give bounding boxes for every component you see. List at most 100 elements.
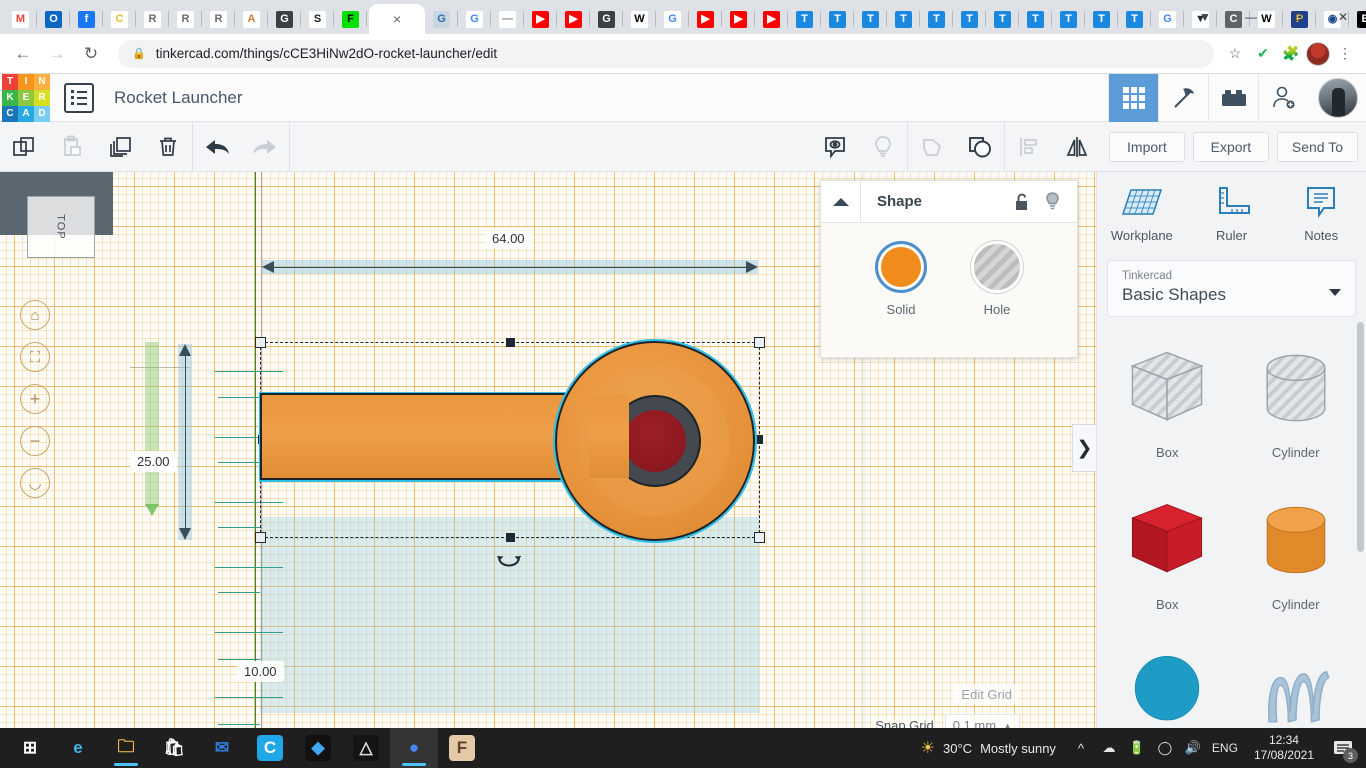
view-cube-top-face[interactable]: TOP — [27, 196, 95, 258]
lightbulb-icon[interactable] — [1037, 181, 1067, 223]
shape-library-dropdown[interactable]: Tinkercad Basic Shapes — [1107, 260, 1356, 317]
youtube-tab-1[interactable]: ▶ — [524, 4, 557, 34]
globe-tab-2[interactable]: G — [590, 4, 623, 34]
language-indicator[interactable]: ENG — [1208, 728, 1242, 768]
unlock-icon[interactable] — [1007, 181, 1037, 223]
robot-tab-2[interactable]: R — [169, 4, 202, 34]
globe-tab[interactable]: G — [268, 4, 301, 34]
microsoft-store-icon[interactable]: 🛍 — [150, 728, 198, 768]
wikipedia-tab-1[interactable]: W — [623, 4, 656, 34]
workplane-tool[interactable]: Workplane — [1097, 172, 1187, 254]
toggle-sidebar-button[interactable]: ❯ — [1072, 424, 1096, 472]
tinkercad-logo[interactable]: TINKERCAD — [2, 74, 50, 122]
wifi-icon[interactable]: ◯ — [1152, 728, 1178, 768]
zoom-in-button[interactable]: + — [20, 384, 50, 414]
import-button[interactable]: Import — [1109, 132, 1185, 162]
ruler-tool[interactable]: Ruler — [1187, 172, 1277, 254]
rocket-launcher-model[interactable] — [259, 340, 764, 540]
rotate-handle-icon[interactable] — [495, 554, 523, 574]
tinkercad-tab-1[interactable]: T — [788, 4, 821, 34]
youtube-tab-4[interactable]: ▶ — [722, 4, 755, 34]
blank-tab[interactable]: — — [491, 4, 524, 34]
home-view-button[interactable]: ⌂ — [20, 300, 50, 330]
cura-icon[interactable]: C — [246, 728, 294, 768]
shape-circular-disc[interactable] — [555, 341, 755, 541]
extensions-puzzle-icon[interactable]: 🧩 — [1278, 41, 1304, 67]
shape-item-hole-cylinder[interactable]: Cylinder — [1232, 333, 1361, 485]
duplicate-button[interactable] — [96, 122, 144, 172]
outlook-tab[interactable]: O — [37, 4, 70, 34]
tinkercad-tab-7[interactable]: T — [986, 4, 1019, 34]
google-tab-2[interactable]: G — [656, 4, 689, 34]
weather-widget[interactable]: ☀ 30°C Mostly sunny — [921, 738, 1056, 758]
mirror-icon[interactable] — [1053, 122, 1101, 172]
back-button[interactable]: ← — [8, 39, 38, 69]
google-tab-1[interactable]: G — [458, 4, 491, 34]
blocks-icon[interactable] — [1208, 74, 1258, 122]
gmail-tab[interactable]: M — [4, 4, 37, 34]
collapse-panel-button[interactable] — [821, 181, 861, 223]
tinkercad-tab-4[interactable]: T — [887, 4, 920, 34]
mail-icon[interactable]: ✉ — [198, 728, 246, 768]
autodesk-icon[interactable]: △ — [342, 728, 390, 768]
profile-avatar[interactable] — [1306, 42, 1330, 66]
bookmark-star-icon[interactable]: ☆ — [1222, 41, 1248, 67]
youtube-tab-5[interactable]: ▶ — [755, 4, 788, 34]
export-button[interactable]: Export — [1193, 132, 1269, 162]
fusion360-icon[interactable]: F — [438, 728, 486, 768]
copy-button[interactable] — [0, 122, 48, 172]
sidebar-scrollbar[interactable] — [1357, 322, 1364, 552]
tinkercad-tab-9[interactable]: T — [1052, 4, 1085, 34]
hole-option[interactable]: Hole — [971, 241, 1023, 317]
solid-swatch[interactable] — [875, 241, 927, 293]
offset-dimension-label[interactable]: 10.00 — [237, 661, 284, 682]
onedrive-icon[interactable]: ☁ — [1096, 728, 1122, 768]
battery-icon[interactable]: 🔋 — [1124, 728, 1150, 768]
document-menu-button[interactable] — [64, 83, 94, 113]
tinkercad-tab-3[interactable]: T — [854, 4, 887, 34]
perspective-toggle-button[interactable]: ◡ — [20, 468, 50, 498]
show-hidden-icons-button[interactable]: ^ — [1068, 728, 1094, 768]
zoom-out-button[interactable]: − — [20, 426, 50, 456]
close-window-button[interactable]: ✕ — [1320, 0, 1366, 34]
chrome-menu-icon[interactable]: ⋮ — [1332, 41, 1358, 67]
user-avatar[interactable] — [1318, 78, 1358, 118]
address-bar[interactable]: 🔒 tinkercad.com/things/cCE3HiNw2dO-rocke… — [118, 40, 1214, 68]
tinkercad-tab-8[interactable]: T — [1019, 4, 1052, 34]
clock[interactable]: 12:34 17/08/2021 — [1254, 733, 1314, 763]
avatar-tab[interactable]: A — [235, 4, 268, 34]
sketchup-icon[interactable]: ◆ — [294, 728, 342, 768]
hole-swatch[interactable] — [971, 241, 1023, 293]
close-tab-icon[interactable]: × — [393, 12, 401, 26]
file-explorer-icon[interactable]: 🗀 — [102, 728, 150, 768]
notes-tool[interactable]: Notes — [1276, 172, 1366, 254]
height-dimension-label[interactable]: 25.00 — [130, 451, 177, 472]
edit-grid-button[interactable]: Edit Grid — [953, 684, 1020, 705]
active-tab[interactable]: × — [369, 4, 425, 34]
ungroup-icon[interactable] — [956, 122, 1004, 172]
facebook-tab[interactable]: f — [70, 4, 103, 34]
shape-item-red-box[interactable]: Box — [1103, 485, 1232, 637]
send-to-button[interactable]: Send To — [1277, 132, 1358, 162]
chrome-taskbar-icon[interactable]: ● — [390, 728, 438, 768]
tinkercad-tab-10[interactable]: T — [1085, 4, 1118, 34]
note-icon[interactable] — [811, 122, 859, 172]
youtube-tab-2[interactable]: ▶ — [557, 4, 590, 34]
fusion-tab[interactable]: F — [334, 4, 367, 34]
tinkercad-tab-5[interactable]: T — [920, 4, 953, 34]
notification-center-button[interactable]: 3 — [1326, 728, 1360, 768]
width-dimension-label[interactable]: 64.00 — [485, 228, 532, 249]
solid-option[interactable]: Solid — [875, 241, 927, 317]
shape-properties-panel[interactable]: Shape — [820, 180, 1078, 358]
fit-view-button[interactable]: ⛶ — [20, 342, 50, 372]
grid-icon[interactable] — [1108, 74, 1158, 122]
shape-item-orange-cylinder[interactable]: Cylinder — [1232, 485, 1361, 637]
robot-tab-1[interactable]: R — [136, 4, 169, 34]
shape-item-hole-box[interactable]: Box — [1103, 333, 1232, 485]
grammarly-tab[interactable]: G — [425, 4, 458, 34]
chevron-down-icon[interactable] — [1329, 289, 1341, 296]
add-person-icon[interactable] — [1258, 74, 1308, 122]
tinkercad-tab-11[interactable]: T — [1118, 4, 1151, 34]
edge-taskbar-icon[interactable]: e — [54, 728, 102, 768]
speaker-tab[interactable]: S — [301, 4, 334, 34]
